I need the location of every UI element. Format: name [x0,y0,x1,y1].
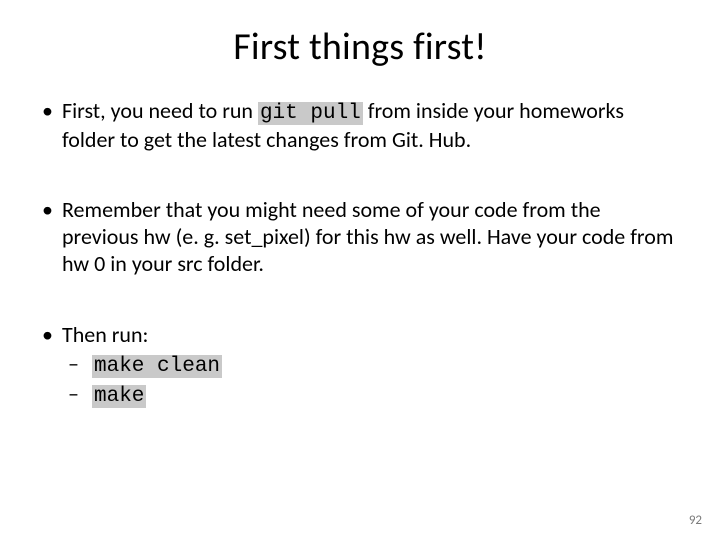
bullet-item-1: First, you need to run git pull from ins… [40,98,680,153]
bullet-1-text-pre: First, you need to run [62,97,258,124]
slide-title: First things first! [40,24,680,70]
slide: First things first! First, you need to r… [0,0,720,540]
sub-list: make clean make [62,351,680,410]
inline-code-git-pull: git pull [258,102,363,125]
bullet-item-2: Remember that you might need some of you… [40,197,680,277]
bullet-3-label: Then run: [62,321,148,348]
page-number: 92 [689,513,702,528]
inline-code-make-clean: make clean [92,355,222,378]
sub-item-make: make [62,381,680,410]
inline-code-make: make [92,385,146,408]
bullet-2-text: Remember that you might need some of you… [62,196,673,277]
bullet-list: First, you need to run git pull from ins… [40,98,680,410]
bullet-item-3: Then run: make clean make [40,322,680,410]
sub-item-make-clean: make clean [62,351,680,380]
